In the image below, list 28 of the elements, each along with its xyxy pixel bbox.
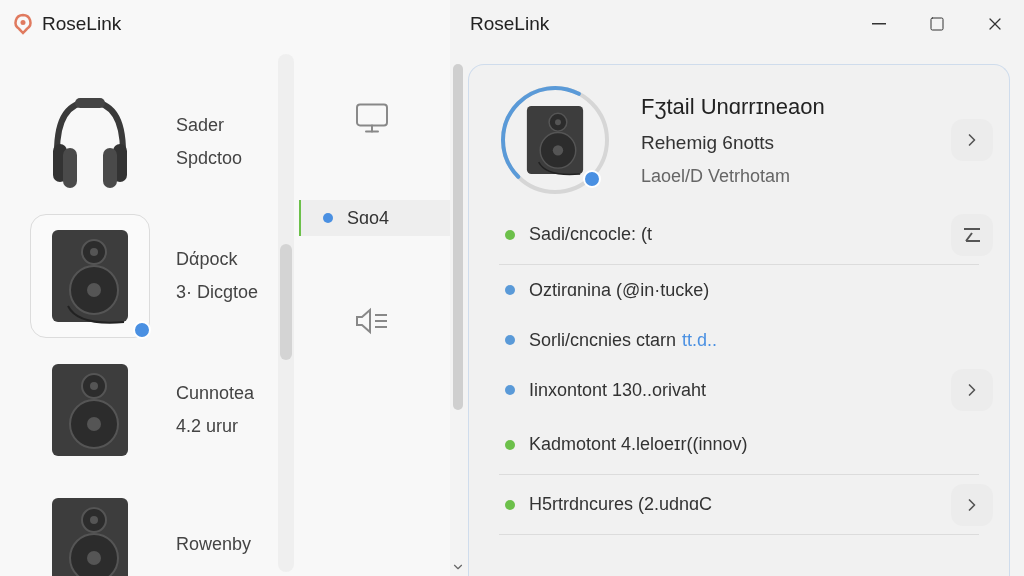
device-subtitle: Rehemig 6notts: [641, 130, 776, 155]
row-text: Sorli/cncnies ctarn: [529, 328, 677, 352]
row-text: Oztirɑnina (@in·tucke): [529, 278, 710, 302]
nav-item[interactable]: Sɑo4: [299, 200, 450, 236]
list-icon: [962, 226, 982, 243]
app-title: RoseLink: [42, 11, 122, 36]
device-name: Cunnotea: [176, 382, 255, 405]
row-text: Sadi/cncocle: (t: [529, 223, 653, 246]
row-text: Kadmotont 4.leloeɪr((innov): [529, 433, 748, 456]
minimize-icon: [872, 23, 886, 25]
speaker-list-icon[interactable]: [353, 306, 390, 336]
device-title: Fʒtail Unɑrrɪneaon: [641, 92, 826, 121]
pin-logo-icon: [12, 13, 34, 35]
device-detail: Spdctoo: [176, 147, 243, 170]
row-text: H5rtrdncures (2.udnɑC: [529, 493, 713, 516]
scrollbar[interactable]: [453, 64, 463, 410]
device-name: Dάpock: [176, 248, 239, 271]
maximize-icon: [929, 16, 945, 32]
device-detail: 3· Dicgtoe: [176, 281, 259, 304]
window-title: RoseLink: [470, 11, 550, 36]
scrollbar[interactable]: [278, 54, 294, 572]
device-name: Sader: [176, 114, 226, 137]
row-text: Iinxontont 130..orivaht: [529, 378, 707, 402]
menu-button[interactable]: [951, 213, 993, 256]
device-name: Rowenby: [176, 532, 252, 556]
device-tile[interactable]: [30, 214, 150, 338]
device-caption: Laoel/D Vetrhotam: [641, 165, 792, 189]
device-detail: 4.2 urur: [176, 415, 240, 438]
